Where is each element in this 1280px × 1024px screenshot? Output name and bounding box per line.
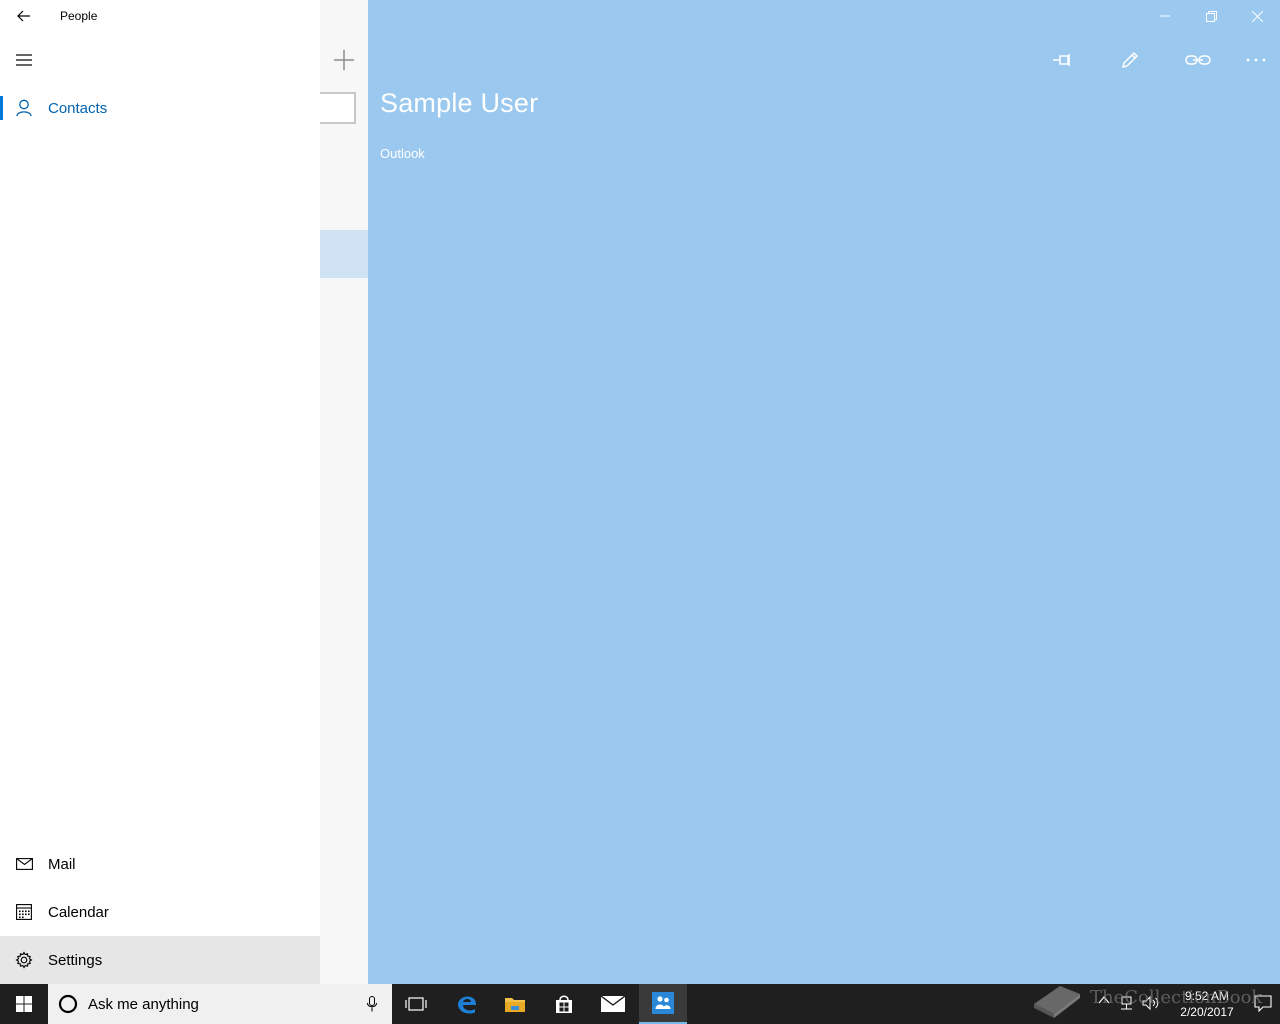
pin-to-start-button[interactable] bbox=[1043, 44, 1083, 76]
navigation-pane: People Contacts Mail Calendar Settings bbox=[0, 0, 320, 984]
ellipsis-icon bbox=[1246, 58, 1266, 62]
chevron-up-icon[interactable] bbox=[1098, 995, 1110, 1005]
nav-item-mail[interactable]: Mail bbox=[0, 840, 320, 888]
hamburger-icon bbox=[16, 54, 32, 66]
contact-name: Sample User bbox=[380, 88, 539, 118]
folder-icon bbox=[505, 998, 525, 1012]
pencil-icon bbox=[1121, 51, 1139, 69]
gear-icon bbox=[0, 936, 48, 984]
mail-icon bbox=[0, 840, 48, 888]
system-tray: 9:52 AM 2/20/2017 bbox=[1020, 984, 1280, 1024]
more-options-button[interactable] bbox=[1236, 44, 1276, 76]
link-contacts-button[interactable] bbox=[1178, 44, 1218, 76]
task-view-icon bbox=[405, 997, 427, 1011]
contact-search-input[interactable] bbox=[320, 92, 356, 124]
taskbar: Ask me anything 9:52 AM 2/20/2017 bbox=[0, 984, 1280, 1024]
mail-app-button[interactable] bbox=[589, 984, 637, 1024]
cortana-search-box[interactable]: Ask me anything bbox=[48, 984, 392, 1024]
minimize-icon bbox=[1160, 15, 1170, 17]
edge-icon bbox=[458, 996, 476, 1014]
clock-time: 9:52 AM bbox=[1184, 989, 1230, 1003]
nav-item-label: Calendar bbox=[48, 903, 109, 921]
nav-item-label: Contacts bbox=[48, 99, 108, 117]
nav-item-label: Settings bbox=[48, 951, 103, 969]
clock[interactable]: 9:52 AM 2/20/2017 bbox=[1172, 988, 1242, 1020]
title-bar: People bbox=[0, 0, 320, 32]
clock-date: 2/20/2017 bbox=[1180, 1005, 1234, 1019]
people-icon bbox=[652, 992, 674, 1014]
task-view-button[interactable] bbox=[392, 984, 440, 1024]
microphone-icon[interactable] bbox=[352, 984, 392, 1024]
app-title: People bbox=[60, 9, 98, 23]
contact-detail-pane: Sample User Outlook bbox=[368, 0, 1280, 984]
people-app-button[interactable] bbox=[639, 984, 687, 1024]
store-button[interactable] bbox=[540, 984, 588, 1024]
restore-icon bbox=[1205, 10, 1217, 22]
action-center-button[interactable] bbox=[1254, 994, 1272, 1017]
close-window-button[interactable] bbox=[1234, 0, 1280, 32]
back-arrow-icon bbox=[17, 10, 30, 22]
nav-item-contacts[interactable]: Contacts bbox=[0, 84, 320, 132]
network-icon[interactable] bbox=[1118, 995, 1134, 1011]
nav-item-label: Mail bbox=[48, 855, 76, 873]
pin-icon bbox=[1053, 54, 1070, 66]
nav-item-calendar[interactable]: Calendar bbox=[0, 888, 320, 936]
add-contact-button[interactable] bbox=[332, 48, 356, 72]
file-explorer-button[interactable] bbox=[491, 984, 539, 1024]
back-button[interactable] bbox=[12, 4, 36, 28]
search-placeholder: Ask me anything bbox=[88, 995, 199, 1013]
windows-logo-icon bbox=[16, 996, 32, 1012]
close-icon bbox=[1251, 10, 1263, 22]
mail-icon bbox=[601, 996, 625, 1012]
restore-button[interactable] bbox=[1188, 0, 1234, 32]
minimize-button[interactable] bbox=[1142, 0, 1188, 32]
edit-contact-button[interactable] bbox=[1110, 44, 1150, 76]
link-icon bbox=[1185, 55, 1211, 65]
contact-source: Outlook bbox=[380, 146, 425, 161]
cortana-icon bbox=[48, 984, 88, 1024]
volume-icon[interactable] bbox=[1142, 995, 1160, 1011]
contact-list-pane bbox=[320, 0, 368, 984]
person-icon bbox=[0, 84, 48, 132]
selected-contact-row[interactable] bbox=[320, 230, 368, 278]
tray-icons bbox=[1098, 995, 1160, 1011]
calendar-icon bbox=[0, 888, 48, 936]
store-icon bbox=[556, 995, 572, 1013]
nav-item-settings[interactable]: Settings bbox=[0, 936, 320, 984]
edge-browser-button[interactable] bbox=[443, 984, 491, 1024]
hamburger-menu-button[interactable] bbox=[12, 48, 36, 72]
plus-icon bbox=[334, 50, 354, 70]
notification-icon bbox=[1254, 995, 1272, 1013]
start-button[interactable] bbox=[0, 984, 48, 1024]
